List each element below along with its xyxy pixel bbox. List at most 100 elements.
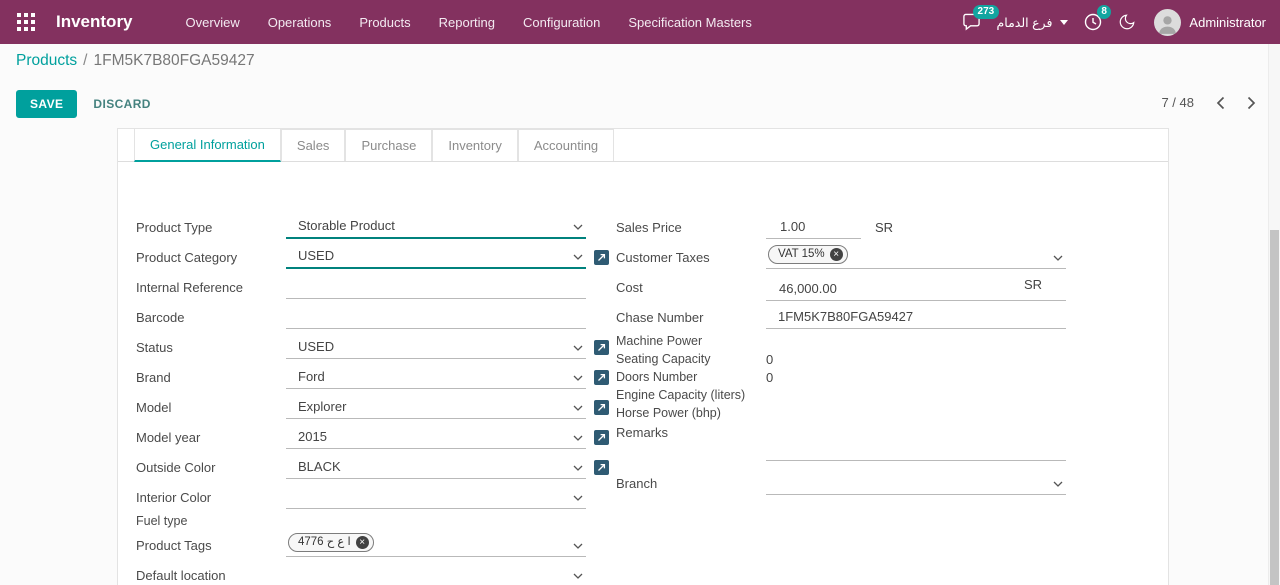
amount-value-box[interactable]: 1.00: [766, 216, 861, 239]
field-row-remarks: Remarks: [616, 422, 1102, 468]
tab-purchase[interactable]: Purchase: [345, 129, 432, 161]
remove-tag-icon[interactable]: ×: [830, 248, 843, 261]
field-label-doors-number: Doors Number: [616, 370, 766, 384]
field-brand-dropdown[interactable]: Ford: [286, 366, 586, 389]
person-icon: [1155, 11, 1180, 36]
field-row-cost: Cost46,000.00SR: [616, 272, 1102, 302]
field-product-tags-input[interactable]: 4776 ا ع ح×: [286, 533, 586, 557]
menu-item-reporting[interactable]: Reporting: [426, 8, 508, 37]
chevron-down-icon: [573, 254, 583, 261]
grid-icon: [17, 13, 35, 31]
field-barcode-input[interactable]: [286, 306, 586, 329]
field-value: [778, 475, 1050, 490]
field-value: Storable Product: [298, 218, 570, 233]
save-button[interactable]: SAVE: [16, 90, 77, 118]
field-label-chase-number: Chase Number: [616, 310, 766, 325]
scrollbar-thumb[interactable]: [1270, 230, 1279, 585]
user-name: Administrator: [1189, 15, 1266, 30]
field-value: [298, 279, 570, 294]
tab-accounting[interactable]: Accounting: [518, 129, 614, 161]
field-branch-dropdown[interactable]: [766, 472, 1066, 495]
field-chase-number-input[interactable]: 1FM5K7B80FGA59427: [766, 306, 1066, 329]
product-form-sheet: General InformationSalesPurchaseInventor…: [117, 128, 1169, 585]
discard-button[interactable]: DISCARD: [93, 97, 150, 111]
field-remarks-input[interactable]: [766, 422, 1066, 461]
user-menu[interactable]: Administrator: [1154, 9, 1266, 36]
field-status-dropdown[interactable]: USED: [286, 336, 586, 359]
menu-item-products[interactable]: Products: [346, 8, 423, 37]
field-value: 0: [766, 370, 773, 385]
field-model-dropdown[interactable]: Explorer: [286, 396, 586, 419]
chevron-down-icon: [1053, 481, 1063, 488]
pager-next-icon[interactable]: [1247, 96, 1256, 110]
field-label-customer-taxes: Customer Taxes: [616, 250, 766, 265]
field-model-year-dropdown[interactable]: 2015: [286, 426, 586, 449]
currency-label: SR: [1024, 277, 1042, 296]
chevron-down-icon: [573, 224, 583, 231]
tag-label: VAT 15%: [778, 247, 825, 262]
field-interior-color-dropdown[interactable]: [286, 486, 586, 509]
field-value: USED: [298, 339, 570, 354]
external-link-button-outside-color[interactable]: [594, 460, 609, 475]
external-link-button-status[interactable]: [594, 340, 609, 355]
tab-inventory[interactable]: Inventory: [432, 129, 517, 161]
external-link-button-product-category[interactable]: [594, 250, 609, 265]
currency-label: SR: [875, 220, 893, 239]
field-label-outside-color: Outside Color: [136, 460, 286, 475]
messages-badge: 273: [973, 5, 1000, 19]
menu-item-operations[interactable]: Operations: [255, 8, 345, 37]
external-link-button-model-year[interactable]: [594, 430, 609, 445]
record-pager: 7 / 48: [1161, 95, 1256, 110]
menu-item-overview[interactable]: Overview: [173, 8, 253, 37]
field-label-product-tags: Product Tags: [136, 538, 286, 553]
chevron-down-icon: [1053, 255, 1063, 262]
field-row-doors-number: Doors Number0: [616, 368, 1102, 386]
external-link-button-model[interactable]: [594, 400, 609, 415]
field-customer-taxes-input[interactable]: VAT 15% ×: [766, 245, 1066, 269]
tab-general-information[interactable]: General Information: [134, 128, 281, 162]
branch-selector[interactable]: فرع الدمام: [997, 15, 1069, 30]
field-value: 1FM5K7B80FGA59427: [778, 309, 1050, 324]
field-label-remarks: Remarks: [616, 422, 766, 468]
menu-item-specification-masters[interactable]: Specification Masters: [615, 8, 765, 37]
field-cost-input[interactable]: 46,000.00SR: [766, 274, 1066, 301]
field-doors-number-input[interactable]: 0: [766, 370, 1066, 385]
avatar: [1154, 9, 1181, 36]
messages-button[interactable]: 273: [962, 13, 981, 31]
tag-pill: 4776 ا ع ح×: [288, 533, 374, 552]
pager-previous-icon[interactable]: [1216, 96, 1225, 110]
chevron-down-icon: [573, 495, 583, 502]
field-seating-capacity-input[interactable]: 0: [766, 352, 1066, 367]
form-right-column: Sales Price1.00SRCustomer TaxesVAT 15%×C…: [616, 212, 1102, 498]
field-row-horse-power-bhp: Horse Power (bhp): [616, 404, 1102, 422]
apps-grid-icon[interactable]: [14, 10, 38, 34]
breadcrumb-separator: /: [83, 52, 87, 69]
field-row-model: ModelExplorer: [136, 392, 622, 422]
arrow-icon: [597, 373, 606, 382]
field-default-location-dropdown[interactable]: [286, 564, 586, 585]
field-product-type-dropdown[interactable]: Storable Product: [286, 215, 586, 239]
field-label-horse-power-bhp: Horse Power (bhp): [616, 406, 766, 420]
field-internal-reference-input[interactable]: [286, 276, 586, 299]
app-name[interactable]: Inventory: [56, 12, 133, 32]
dark-mode-toggle[interactable]: [1118, 13, 1136, 31]
chevron-down-icon: [573, 465, 583, 472]
field-label-engine-capacity-liters: Engine Capacity (liters): [616, 388, 766, 402]
vertical-scrollbar[interactable]: [1268, 44, 1280, 585]
chevron-down-icon: [573, 405, 583, 412]
arrow-icon: [597, 403, 606, 412]
arrow-icon: [597, 463, 606, 472]
field-row-sales-price: Sales Price1.00SR: [616, 212, 1102, 242]
field-row-outside-color: Outside ColorBLACK: [136, 452, 622, 482]
field-value: [298, 567, 570, 582]
field-sales-price-input[interactable]: 1.00 SR: [766, 216, 1066, 239]
action-buttons: SAVE DISCARD: [16, 90, 151, 118]
tab-sales[interactable]: Sales: [281, 129, 346, 161]
field-outside-color-dropdown[interactable]: BLACK: [286, 456, 586, 479]
external-link-button-brand[interactable]: [594, 370, 609, 385]
breadcrumb-products-link[interactable]: Products: [16, 52, 77, 69]
activities-button[interactable]: 8: [1084, 13, 1102, 31]
menu-item-configuration[interactable]: Configuration: [510, 8, 613, 37]
field-product-category-dropdown[interactable]: USED: [286, 245, 586, 269]
remove-tag-icon[interactable]: ×: [356, 536, 369, 549]
